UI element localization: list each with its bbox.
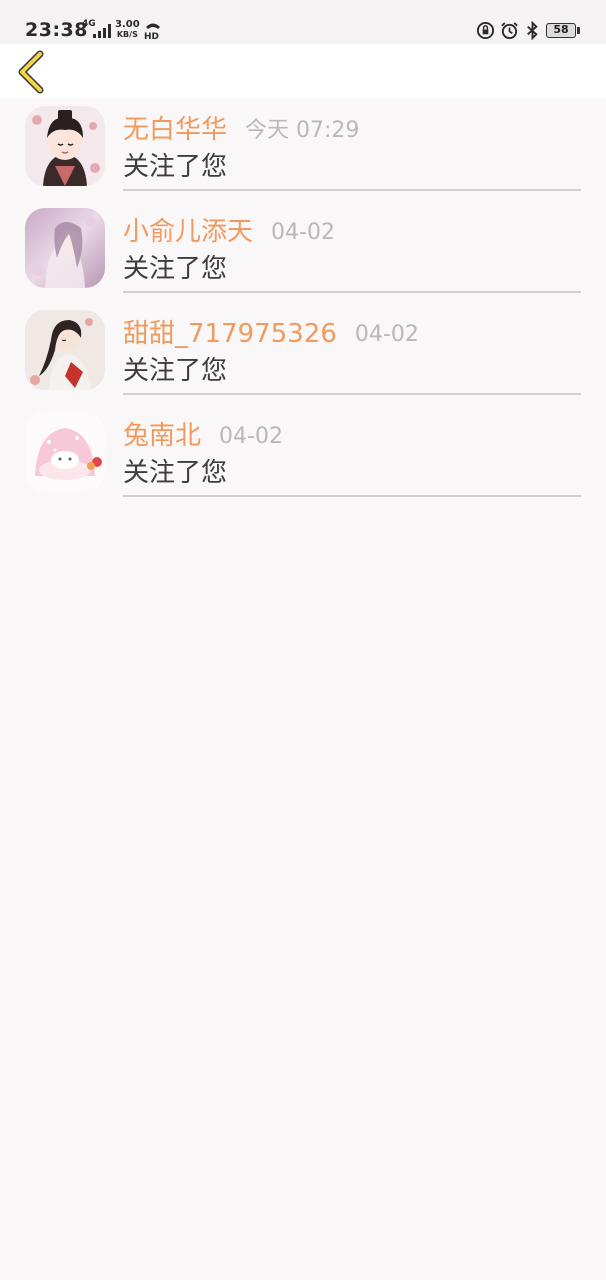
list-item[interactable]: 兔南北 04-02 关注了您 [0, 404, 606, 506]
speed-value: 3.00 [115, 19, 140, 30]
divider [123, 291, 581, 293]
message-text: 关注了您 [123, 254, 228, 284]
chevron-left-icon[interactable] [12, 50, 52, 94]
battery-icon: 58 [546, 23, 576, 38]
svg-text:HD: HD [144, 32, 159, 40]
user-name[interactable]: 无白华华 今天 07:29 [123, 114, 359, 147]
user-name[interactable]: 甜甜_717975326 04-02 [123, 318, 419, 351]
bluetooth-icon [527, 21, 538, 40]
timestamp: 今天 07:29 [245, 118, 360, 143]
avatar[interactable] [25, 412, 105, 492]
divider [123, 495, 581, 497]
timestamp: 04-02 [354, 322, 419, 347]
timestamp: 04-02 [271, 220, 335, 245]
lock-rotation-icon [476, 21, 495, 40]
divider [123, 393, 581, 395]
user-name-text[interactable]: 甜甜_717975326 [123, 319, 337, 349]
signal-icon [93, 24, 111, 38]
alarm-icon [501, 22, 518, 40]
speed-unit: KB/S [116, 30, 138, 39]
user-name-text[interactable]: 兔南北 [123, 421, 201, 451]
message-text: 关注了您 [123, 458, 228, 488]
list-item[interactable]: 小俞儿添天 04-02 关注了您 [0, 200, 606, 302]
battery-tip [577, 27, 580, 34]
message-text: 关注了您 [123, 356, 228, 386]
follow-notification-list: 无白华华 今天 07:29 关注了您 小俞儿添天 04-02 关注了您 甜甜_7… [0, 98, 606, 506]
user-name[interactable]: 兔南北 04-02 [123, 420, 283, 453]
message-text: 关注了您 [123, 152, 228, 182]
timestamp: 04-02 [219, 424, 283, 449]
status-bar: 23:38 4G 3.00 KB/S HD 58 [0, 0, 606, 44]
hd-call-icon: HD [144, 23, 160, 40]
status-time: 23:38 [25, 19, 88, 41]
user-name-text[interactable]: 无白华华 [123, 115, 227, 145]
divider [123, 189, 581, 191]
user-name[interactable]: 小俞儿添天 04-02 [123, 216, 335, 249]
user-name-text[interactable]: 小俞儿添天 [123, 217, 253, 247]
avatar[interactable] [25, 310, 105, 390]
list-item[interactable]: 甜甜_717975326 04-02 关注了您 [0, 302, 606, 404]
network-speed: 3.00 KB/S [115, 20, 140, 40]
avatar[interactable] [25, 106, 105, 186]
avatar[interactable] [25, 208, 105, 288]
header-bar [0, 44, 606, 98]
list-item[interactable]: 无白华华 今天 07:29 关注了您 [0, 98, 606, 200]
